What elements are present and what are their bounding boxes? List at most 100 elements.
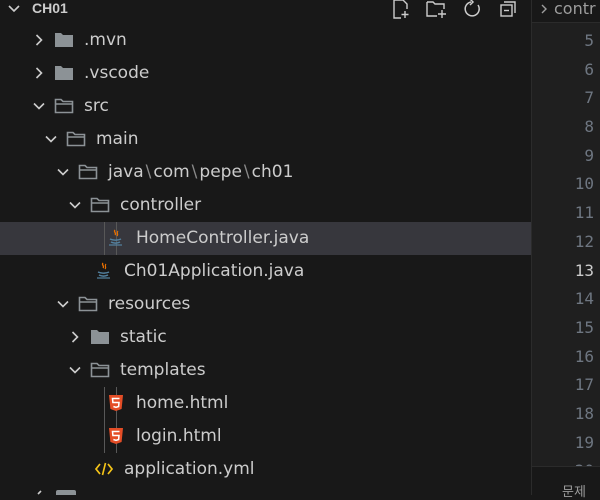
tree-item-label: home.html: [136, 392, 228, 414]
folder-open-icon: [78, 164, 98, 180]
new-folder-icon[interactable]: [425, 0, 447, 19]
tree-item-label: controller: [120, 194, 201, 216]
tree-item-name: static: [120, 327, 167, 347]
indent-guide: [104, 420, 105, 453]
bottom-panel: 문제: [532, 466, 600, 500]
indent-guide: [104, 387, 105, 420]
folder-icon: [55, 66, 73, 80]
folder-icon: [56, 490, 76, 495]
tree-item-name: .vscode: [84, 63, 150, 83]
folder-open-icon: [90, 197, 110, 213]
folder-open-icon: [54, 98, 74, 114]
java-icon: [109, 229, 122, 246]
tree-item-name: src: [84, 96, 109, 116]
tree-item-label: application.yml: [124, 458, 255, 480]
tree-item-label: Ch01Application.java: [124, 260, 304, 282]
chevron-down-icon[interactable]: [32, 99, 46, 113]
line-number: 16: [574, 346, 594, 366]
tree-folder-row[interactable]: resources: [0, 288, 531, 321]
folder-open-icon: [78, 296, 98, 312]
breadcrumb-label[interactable]: contr: [554, 0, 596, 20]
tree-item-name: java: [108, 162, 144, 182]
line-number: 7: [584, 88, 594, 108]
html5-icon: [109, 428, 123, 444]
line-number: 14: [574, 289, 594, 309]
tree-item-name: login.html: [136, 426, 222, 446]
tree-item-name: Ch01Application.java: [124, 261, 305, 281]
chevron-down-icon[interactable]: [68, 363, 82, 377]
line-number: 12: [574, 231, 594, 251]
tree-item-label: HomeController.java: [136, 227, 309, 249]
line-number: 17: [574, 375, 594, 395]
tree-item-name: HomeController.java: [136, 228, 310, 248]
collapse-all-icon[interactable]: [498, 0, 520, 19]
indent-guide: [104, 222, 105, 255]
tree-item-label: resources: [108, 293, 190, 315]
line-number: 19: [574, 432, 594, 452]
editor-breadcrumb[interactable]: contr: [532, 0, 600, 23]
explorer-header[interactable]: CH01: [0, 0, 531, 22]
folder-icon: [91, 330, 109, 344]
line-number: 15: [574, 317, 594, 337]
tree-item-name: main: [96, 129, 139, 149]
line-number: 5: [584, 31, 594, 50]
java-icon: [97, 262, 110, 279]
tree-folder-row[interactable]: main: [0, 123, 531, 156]
tree-overflow-row: [0, 488, 531, 495]
tree-file-row[interactable]: home.html: [0, 387, 531, 420]
line-number: 11: [574, 203, 594, 223]
line-number: 18: [574, 403, 594, 423]
tree-folder-row[interactable]: static: [0, 321, 531, 354]
tree-item-name: com: [153, 162, 190, 182]
panel-tab-problems[interactable]: 문제: [562, 481, 586, 500]
explorer-panel: CH01 .mvn .vscode src main java \ com \ pepe \ ch0…: [0, 0, 531, 495]
chevron-down-icon[interactable]: [68, 198, 82, 212]
chevron-right-icon[interactable]: [68, 330, 82, 344]
tree-item-label: login.html: [136, 425, 222, 447]
chevron-down-icon[interactable]: [44, 132, 58, 146]
tree-folder-row[interactable]: src: [0, 90, 531, 123]
chevron-down-icon[interactable]: [6, 1, 22, 17]
folder-open-icon: [66, 131, 86, 147]
tree-folder-row[interactable]: .vscode: [0, 57, 531, 90]
chevron-down-icon[interactable]: [56, 165, 70, 179]
chevron-down-icon[interactable]: [56, 297, 70, 311]
tree-item-label: java \ com \ pepe \ ch01: [108, 161, 293, 183]
tree-item-name: controller: [120, 195, 202, 215]
tree-item-label: templates: [120, 359, 206, 381]
tree-item-name: resources: [108, 294, 191, 314]
refresh-icon[interactable]: [462, 0, 484, 19]
folder-icon: [55, 33, 73, 47]
line-number: 13: [574, 260, 594, 280]
tree-item-label: .vscode: [84, 62, 149, 84]
explorer-title: CH01: [32, 0, 68, 16]
tree-item-name: ch01: [251, 162, 294, 182]
tree-folder-row[interactable]: controller: [0, 189, 531, 222]
chevron-right-icon: [37, 490, 42, 495]
editor-area: contr 567891011121314151617181920 문제: [531, 0, 600, 500]
line-number: 10: [574, 174, 594, 194]
tree-item-name: home.html: [136, 393, 229, 413]
tree-item-label: main: [96, 128, 138, 150]
tree-folder-row[interactable]: templates: [0, 354, 531, 387]
line-number: 6: [584, 59, 594, 79]
tree-file-row[interactable]: HomeController.java: [0, 222, 531, 255]
tree-folder-row[interactable]: .mvn: [0, 24, 531, 57]
line-number: 9: [584, 145, 594, 165]
tree-item-label: .mvn: [84, 29, 127, 51]
chevron-right-icon[interactable]: [32, 33, 46, 47]
new-file-icon[interactable]: [390, 0, 412, 19]
chevron-right-icon[interactable]: [32, 66, 46, 80]
folder-open-icon: [90, 362, 110, 378]
tree-item-name: pepe: [199, 162, 242, 182]
tree-item-name: templates: [120, 360, 206, 380]
tree-item-name: application.yml: [124, 459, 255, 479]
tree-file-row[interactable]: Ch01Application.java: [0, 255, 531, 288]
chevron-right-icon: [541, 4, 547, 14]
tree-folder-row[interactable]: java \ com \ pepe \ ch01: [0, 156, 531, 189]
tree-file-row[interactable]: login.html: [0, 420, 531, 453]
html5-icon: [109, 395, 123, 411]
path-separator: \: [191, 162, 198, 182]
tree-item-label: static: [120, 326, 167, 348]
tree-file-row[interactable]: application.yml: [0, 453, 531, 486]
